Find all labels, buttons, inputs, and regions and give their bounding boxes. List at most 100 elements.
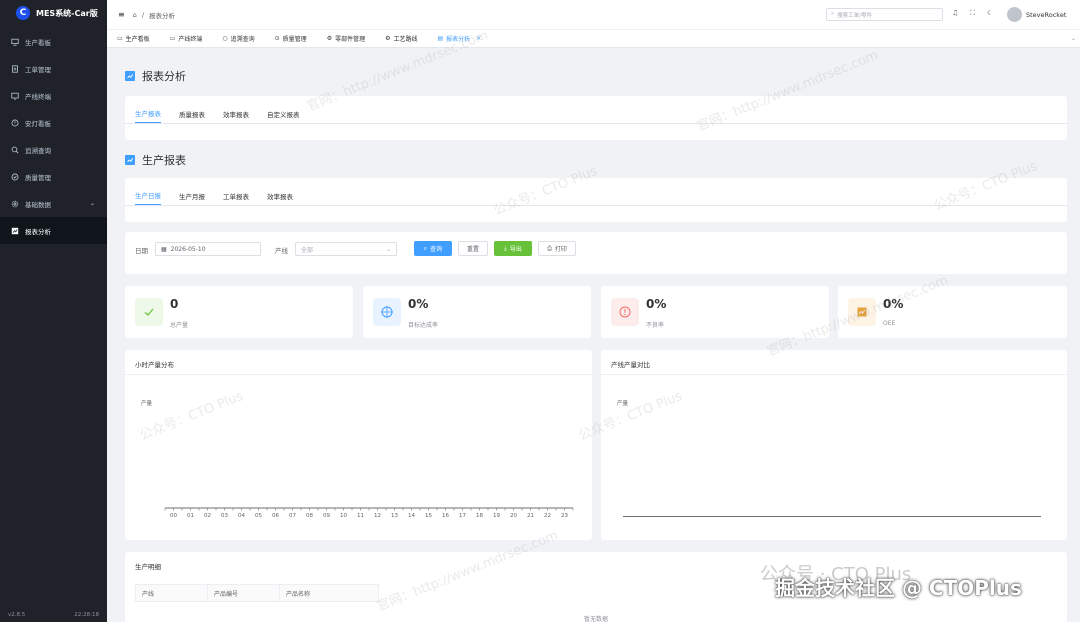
column-header[interactable]: 产品编号 bbox=[207, 584, 279, 602]
tab-parts[interactable]: ⚙ 零部件管理 bbox=[317, 30, 375, 48]
gear-icon: ⚙ bbox=[326, 35, 333, 42]
tab-label: 产线终端 bbox=[178, 36, 203, 43]
date-value: 2026-05-10 bbox=[170, 245, 206, 253]
x-tick-label: 17 bbox=[459, 513, 466, 519]
chevron-down-icon[interactable]: ⌄ bbox=[1071, 35, 1076, 42]
chart-icon bbox=[11, 227, 19, 235]
reset-button[interactable]: 重置 bbox=[458, 241, 488, 256]
sidebar-item-andon-board[interactable]: 安灯看板 bbox=[0, 109, 107, 136]
breadcrumb-separator: / bbox=[141, 10, 145, 19]
sub-report-card: 生产日报 生产月报 工单报表 效率报表 bbox=[125, 178, 1067, 222]
tab-quality[interactable]: ⊙ 质量管理 bbox=[265, 30, 317, 48]
column-header[interactable]: 产线 bbox=[135, 584, 207, 602]
username[interactable]: SteveRocket bbox=[1026, 11, 1066, 19]
alarm-icon bbox=[11, 119, 19, 127]
x-tick-label: 14 bbox=[408, 513, 415, 519]
sidebar-item-label: 生产看板 bbox=[25, 38, 51, 47]
search-input[interactable]: ⌕ 搜索工单/零件 bbox=[826, 8, 943, 21]
printer-icon: ⎙ bbox=[547, 244, 552, 252]
tab-monthly-report[interactable]: 生产月报 bbox=[179, 191, 205, 205]
bell-icon[interactable]: ♫ bbox=[952, 9, 958, 17]
table-header: 产线 产品编号 产品名称 bbox=[135, 584, 379, 602]
sidebar-item-traceability[interactable]: 追溯查询 bbox=[0, 136, 107, 163]
report-type-card: 生产报表 质量报表 效率报表 自定义报表 bbox=[125, 96, 1067, 140]
sidebar-item-quality[interactable]: 质量管理 bbox=[0, 163, 107, 190]
calendar-icon: ▦ bbox=[161, 245, 167, 253]
tab-traceability[interactable]: ○ 追溯查询 bbox=[212, 30, 264, 48]
fullscreen-icon[interactable]: ⛶ bbox=[970, 9, 975, 18]
tab-label: 报表分析 bbox=[446, 36, 471, 43]
tab-process-route[interactable]: ⚙ 工艺路线 bbox=[375, 30, 427, 48]
tab-custom-report[interactable]: 自定义报表 bbox=[267, 109, 300, 123]
export-label: 导出 bbox=[509, 246, 522, 253]
sidebar-item-basic-data[interactable]: 基础数据 ⌄ bbox=[0, 190, 107, 217]
top-header: ≡ ⌂ / 报表分析 ⌕ 搜索工单/零件 ♫ ⛶ ☾ SteveRocket bbox=[107, 0, 1080, 30]
print-label: 打印 bbox=[554, 246, 567, 253]
line-placeholder: 全部 bbox=[301, 246, 314, 254]
sidebar-item-line-terminal[interactable]: 产线终端 bbox=[0, 82, 107, 109]
tab-order-report[interactable]: 工单报表 bbox=[223, 191, 249, 205]
tab-efficiency-report[interactable]: 效率报表 bbox=[267, 191, 293, 205]
menu-toggle-icon[interactable]: ≡ bbox=[118, 10, 125, 19]
export-button[interactable]: ⤓ 导出 bbox=[494, 241, 532, 256]
chevron-down-icon: ⌄ bbox=[89, 200, 95, 207]
chart-title: 产线产量对比 bbox=[611, 361, 650, 369]
tab-daily-report[interactable]: 生产日报 bbox=[135, 190, 161, 205]
app-title: MES系统-Car版 bbox=[36, 8, 98, 18]
watermark-text: 掘金技术社区 @ CTOPlus bbox=[775, 576, 1022, 600]
open-tabs-bar: ▭ 生产看板 ▭ 产线终端 ○ 追溯查询 ⊙ 质量管理 ⚙ 零部件管理 ⚙ 工艺路线 ▤ 报表… bbox=[107, 30, 1080, 48]
tab-label: 质量管理 bbox=[282, 36, 307, 43]
tab-production-report[interactable]: 生产报表 bbox=[135, 108, 161, 123]
search-icon: ⌕ bbox=[831, 11, 835, 17]
sidebar: C MES系统-Car版 生产看板 工单管理 产线终端 安灯看板 追溯查询 质量… bbox=[0, 0, 107, 622]
sidebar-item-work-orders[interactable]: 工单管理 bbox=[0, 55, 107, 82]
x-tick-label: 22 bbox=[544, 513, 551, 519]
page-title: 报表分析 bbox=[125, 68, 186, 84]
print-button[interactable]: ⎙ 打印 bbox=[538, 241, 576, 256]
sub-report-tabs: 生产日报 生产月报 工单报表 效率报表 bbox=[125, 188, 1067, 206]
x-tick-label: 06 bbox=[272, 513, 279, 519]
terminal-icon: ▭ bbox=[169, 35, 176, 42]
tab-line-terminal[interactable]: ▭ 产线终端 bbox=[160, 30, 213, 48]
sidebar-item-label: 质量管理 bbox=[25, 173, 51, 182]
sidebar-item-report-analysis[interactable]: 报表分析 bbox=[0, 217, 107, 244]
avatar[interactable] bbox=[1007, 7, 1022, 22]
x-tick-label: 04 bbox=[238, 513, 245, 519]
app-logo[interactable]: C MES系统-Car版 bbox=[0, 0, 107, 26]
report-tabs: 生产报表 质量报表 效率报表 自定义报表 bbox=[125, 106, 1067, 124]
x-tick-label: 23 bbox=[561, 513, 568, 519]
date-picker[interactable]: ▦ 2026-05-10 bbox=[155, 242, 261, 256]
x-tick-label: 08 bbox=[306, 513, 313, 519]
line-label: 产线 bbox=[275, 247, 288, 255]
reset-label: 重置 bbox=[466, 246, 479, 253]
check-icon bbox=[135, 298, 163, 326]
theme-toggle-icon[interactable]: ☾ bbox=[987, 9, 993, 17]
x-tick-label: 21 bbox=[527, 513, 534, 519]
gear-icon: ⚙ bbox=[385, 35, 391, 42]
tab-efficiency-report[interactable]: 效率报表 bbox=[223, 109, 249, 123]
x-tick-label: 12 bbox=[374, 513, 381, 519]
tab-report-analysis[interactable]: ▤ 报表分析 × bbox=[428, 30, 492, 48]
query-button[interactable]: ⌕ 查询 bbox=[414, 241, 452, 256]
search-icon bbox=[11, 146, 19, 154]
section-title-text: 生产报表 bbox=[142, 154, 186, 167]
column-header[interactable]: 产品名称 bbox=[279, 584, 379, 602]
line-select[interactable]: 全部 ⌄ bbox=[295, 242, 397, 256]
y-axis-label: 产量 bbox=[617, 401, 629, 407]
home-icon[interactable]: ⌂ bbox=[133, 11, 137, 19]
query-label: 查询 bbox=[430, 246, 443, 253]
sidebar-item-label: 追溯查询 bbox=[25, 146, 51, 155]
tab-quality-report[interactable]: 质量报表 bbox=[179, 109, 205, 123]
x-tick-label: 11 bbox=[357, 513, 364, 519]
sidebar-item-label: 报表分析 bbox=[25, 227, 51, 236]
search-icon: ○ bbox=[222, 35, 228, 42]
gear-icon bbox=[11, 200, 19, 208]
main-content: 报表分析 生产报表 质量报表 效率报表 自定义报表 生产报表 生产日报 生产月报… bbox=[107, 48, 1080, 622]
stat-value: 0 bbox=[170, 297, 179, 311]
stat-total-output: 0 总产量 bbox=[125, 286, 353, 338]
tab-production-board[interactable]: ▭ 生产看板 bbox=[107, 30, 160, 48]
close-icon[interactable]: × bbox=[476, 35, 481, 42]
chart-icon: ▤ bbox=[437, 35, 444, 42]
sidebar-item-production-board[interactable]: 生产看板 bbox=[0, 28, 107, 55]
version-text: v2.8.5 bbox=[8, 612, 26, 618]
